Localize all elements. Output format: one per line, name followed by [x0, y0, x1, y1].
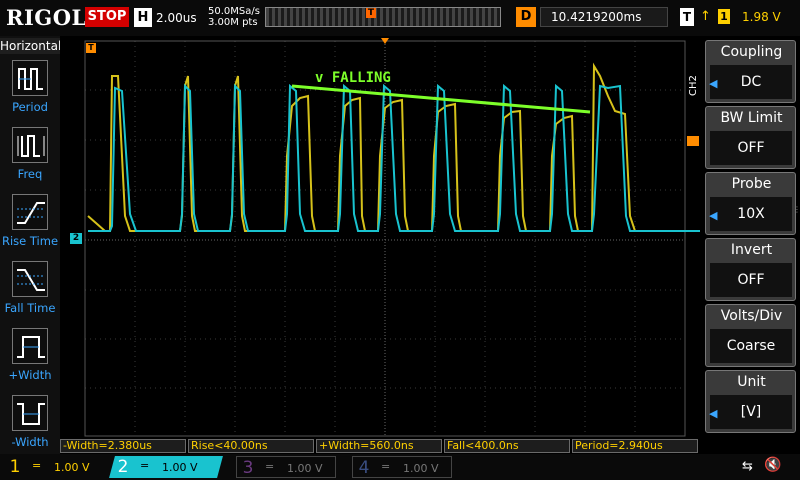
waveform-display[interactable]: v FALLING T 2 — [60, 36, 700, 438]
fall-time-icon — [12, 261, 48, 297]
rise-time-icon — [12, 194, 48, 230]
coupling-menu-button[interactable]: Coupling DC ◀ — [705, 40, 796, 103]
invert-menu-button[interactable]: Invert OFF — [705, 238, 796, 301]
measure-freq-label: Freq — [17, 167, 43, 181]
top-status-bar: RIGOL STOP H 2.00us 50.0MSa/s 3.00M pts … — [0, 0, 800, 36]
measure-freq-button[interactable]: Freq — [0, 125, 60, 191]
probe-title: Probe — [731, 176, 772, 192]
run-stop-status[interactable]: STOP — [85, 7, 129, 27]
measurement-period[interactable]: Period=2.940us — [572, 439, 698, 453]
neg-width-icon — [12, 395, 48, 431]
speaker-muted-icon[interactable]: 🔇 — [764, 457, 781, 473]
period-icon — [12, 60, 48, 96]
ch4-status[interactable]: 4 = 1.00 V — [352, 456, 452, 478]
measurement-rise[interactable]: Rise<40.00ns — [188, 439, 314, 453]
coupling-value: DC — [710, 65, 792, 99]
waveform-svg: v FALLING — [60, 36, 700, 438]
measure-period-button[interactable]: Period — [0, 58, 60, 124]
memory-waveform-strip[interactable] — [265, 7, 501, 27]
usb-icon: ⇆ — [742, 459, 753, 474]
trigger-label: T — [680, 8, 694, 26]
ch1-scale: 1.00 V — [54, 461, 90, 474]
probe-value: 10X — [710, 197, 792, 231]
channel-status-bar: 1 = 1.00 V 2 = 1.00 V 3 = 1.00 V 4 = 1.0… — [0, 454, 800, 480]
invert-title: Invert — [730, 242, 773, 258]
volts-div-menu-button[interactable]: Volts/Div Coarse — [705, 304, 796, 367]
ch2-ground-marker[interactable]: 2 — [70, 233, 82, 244]
acquisition-info: 50.0MSa/s 3.00M pts — [208, 6, 260, 28]
measure-period-label: Period — [12, 100, 48, 114]
bw-limit-value: OFF — [710, 131, 792, 165]
unit-menu-button[interactable]: Unit [V] ◀ — [705, 370, 796, 433]
measure-fall-time-button[interactable]: Fall Time — [0, 259, 60, 325]
memory-window — [266, 8, 500, 26]
trigger-level[interactable]: 1.98 V — [742, 10, 781, 24]
rising-edge-icon: ↑ — [700, 9, 711, 24]
timebase-value[interactable]: 2.00us — [156, 11, 197, 25]
sample-rate: 50.0MSa/s — [208, 6, 260, 17]
ch2-number: 2 — [117, 457, 129, 477]
unit-value: [V] — [710, 395, 792, 429]
measure-rise-time-button[interactable]: Rise Time — [0, 192, 60, 258]
pos-width-icon — [12, 328, 48, 364]
measure-menu-panel: Horizontal Period Freq Rise Time Fall Ti… — [0, 36, 62, 454]
measurement-bar: -Width=2.380us Rise<40.00ns +Width=560.0… — [60, 438, 700, 454]
ch4-number: 4 — [358, 458, 370, 478]
falling-annotation-text: v FALLING — [315, 70, 391, 86]
measure-fall-time-label: Fall Time — [4, 301, 56, 315]
ch2-scale: 1.00 V — [162, 461, 198, 474]
ch1-coupling-icon: = — [32, 459, 42, 472]
ch2-coupling-icon: = — [140, 459, 150, 472]
ch3-coupling-icon: = — [265, 460, 275, 473]
volts-div-title: Volts/Div — [720, 308, 783, 324]
measure-neg-width-button[interactable]: -Width — [0, 393, 60, 459]
page-dots-icon: ⋮ — [793, 205, 800, 214]
trigger-position-marker: T — [366, 8, 376, 18]
ch3-status[interactable]: 3 = 1.00 V — [236, 456, 336, 478]
probe-menu-button[interactable]: Probe 10X ◀ — [705, 172, 796, 235]
trigger-level-marker[interactable] — [687, 136, 699, 146]
measurement-pos-width[interactable]: +Width=560.0ns — [316, 439, 442, 453]
measure-neg-width-label: -Width — [11, 435, 49, 449]
ch3-number: 3 — [242, 458, 254, 478]
bw-limit-title: BW Limit — [720, 110, 783, 126]
delay-label: D — [516, 7, 536, 27]
probe-arrow-icon: ◀ — [709, 209, 718, 222]
ch2-status[interactable]: 2 = 1.00 V — [109, 456, 223, 478]
measure-rise-time-label: Rise Time — [1, 234, 59, 248]
measurement-fall[interactable]: Fall<400.0ns — [444, 439, 570, 453]
unit-title: Unit — [737, 374, 766, 390]
ch4-scale: 1.00 V — [403, 462, 439, 475]
freq-icon — [12, 127, 48, 163]
rigol-logo: RIGOL — [6, 5, 87, 30]
horizontal-label: H — [134, 8, 152, 27]
ch1-status[interactable]: 1 = 1.00 V — [4, 456, 104, 478]
measure-pos-width-button[interactable]: +Width — [0, 326, 60, 392]
volts-div-value: Coarse — [710, 329, 792, 363]
memory-depth: 3.00M pts — [208, 17, 258, 28]
trigger-source: 1 — [718, 9, 730, 24]
measure-menu-title: Horizontal — [0, 38, 62, 54]
ch1-t-marker: T — [86, 43, 96, 53]
measure-pos-width-label: +Width — [8, 368, 52, 382]
horizontal-delay-value[interactable]: 10.4219200ms — [540, 7, 668, 27]
coupling-title: Coupling — [720, 44, 783, 60]
measurement-neg-width[interactable]: -Width=2.380us — [60, 439, 186, 453]
coupling-arrow-icon: ◀ — [709, 77, 718, 90]
unit-arrow-icon: ◀ — [709, 407, 718, 420]
invert-value: OFF — [710, 263, 792, 297]
bw-limit-menu-button[interactable]: BW Limit OFF — [705, 106, 796, 169]
channel-menu-tag: CH2 — [688, 75, 699, 96]
ch4-coupling-icon: = — [381, 460, 391, 473]
ch3-scale: 1.00 V — [287, 462, 323, 475]
ch1-number: 1 — [9, 457, 21, 477]
